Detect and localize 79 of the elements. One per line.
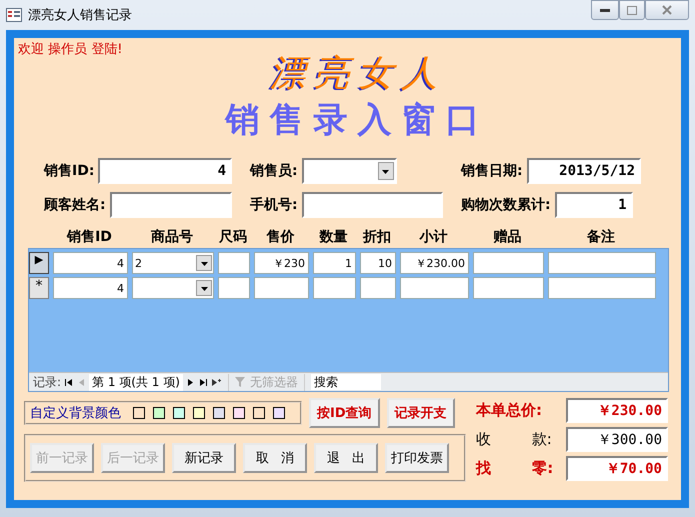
input-field[interactable]: 2013/5/12 [526,158,641,184]
input-field[interactable]: 1 [554,192,633,218]
table-cell[interactable] [360,277,396,299]
table-cell[interactable] [400,277,469,299]
color-swatch[interactable] [253,407,265,419]
color-swatch[interactable] [153,407,165,419]
total-label: 本单总价: [476,401,543,420]
table-cell[interactable]: ￥230 [254,252,309,274]
total-value: ￥230.00 [566,398,668,423]
action-button[interactable]: 取 消 [243,443,307,473]
total-label: 收 款: [476,430,553,449]
color-swatch[interactable] [133,407,145,419]
minimize-icon [600,8,610,12]
input-field[interactable] [302,192,443,218]
table-cell[interactable]: 1 [313,252,356,274]
field-label: 手机号: [250,196,298,214]
column-header: 商品号 [150,228,194,246]
query-button[interactable]: 记录开支 [386,398,455,428]
table-cell[interactable] [548,252,656,274]
field-label: 销售日期: [461,162,523,180]
filter-icon [234,376,247,388]
table-cell[interactable]: ￥230.00 [400,252,469,274]
column-header: 销售ID [66,228,113,246]
record-selector[interactable]: ▶ [29,252,49,274]
color-picker-label: 自定义背景颜色 [30,405,121,422]
column-header: 赠品 [492,228,522,246]
total-value: ￥70.00 [566,456,668,481]
combo-cell[interactable] [132,277,214,299]
record-selector[interactable]: * [29,277,49,299]
minimize-button[interactable] [591,0,619,20]
column-header: 尺码 [218,228,248,246]
combo-field[interactable] [302,158,397,184]
form-heading: 销售录入窗口 [226,99,490,142]
table-cell[interactable] [313,277,356,299]
table-cell[interactable]: 4 [53,277,128,299]
table-cell[interactable] [254,277,309,299]
action-button[interactable]: 新记录 [172,443,236,473]
dropdown-icon[interactable] [196,255,212,271]
column-header: 数量 [318,228,348,246]
combo-cell[interactable]: 2 [132,252,214,274]
column-header: 小计 [418,228,448,246]
color-swatch[interactable] [273,407,285,419]
color-swatch[interactable] [173,407,185,419]
color-swatch[interactable] [213,407,225,419]
color-swatch[interactable] [233,407,245,419]
table-cell[interactable] [473,277,544,299]
field-label: 顾客姓名: [44,196,106,214]
action-button[interactable]: 打印发票 [385,443,449,473]
dropdown-icon[interactable] [378,162,394,180]
total-label: 找 零: [476,459,554,478]
column-header: 售价 [266,228,296,246]
action-button[interactable]: 退 出 [314,443,378,473]
search-field[interactable]: 搜索 [310,374,381,390]
input-field[interactable] [110,192,232,218]
table-cell[interactable] [548,277,656,299]
close-icon [662,5,672,15]
total-value: ￥300.00 [566,427,668,452]
dropdown-icon[interactable] [196,280,212,296]
field-label: 购物次数累计: [461,196,551,214]
maximize-icon [627,6,637,14]
navigator-label: 记录: [33,374,62,390]
table-cell[interactable]: 4 [53,252,128,274]
column-header: 折扣 [362,228,392,246]
color-swatch[interactable] [193,407,205,419]
window-title: 漂亮女人销售记录 [28,7,133,24]
close-button[interactable] [645,0,689,20]
field-label: 销售员: [250,162,298,180]
welcome-text: 欢迎 操作员 登陆! [18,41,122,58]
input-field[interactable]: 4 [98,158,232,184]
query-button[interactable]: 按ID查询 [309,398,380,428]
form-icon [6,8,22,22]
field-label: 销售ID: [44,162,94,180]
column-header: 备注 [586,228,616,246]
table-cell[interactable]: 10 [360,252,396,274]
table-cell[interactable] [218,277,250,299]
table-cell[interactable] [218,252,250,274]
table-cell[interactable] [473,252,544,274]
logo-text: 漂亮女人 [270,52,446,96]
record-position[interactable]: 第 1 项(共 1 项) [89,374,183,390]
